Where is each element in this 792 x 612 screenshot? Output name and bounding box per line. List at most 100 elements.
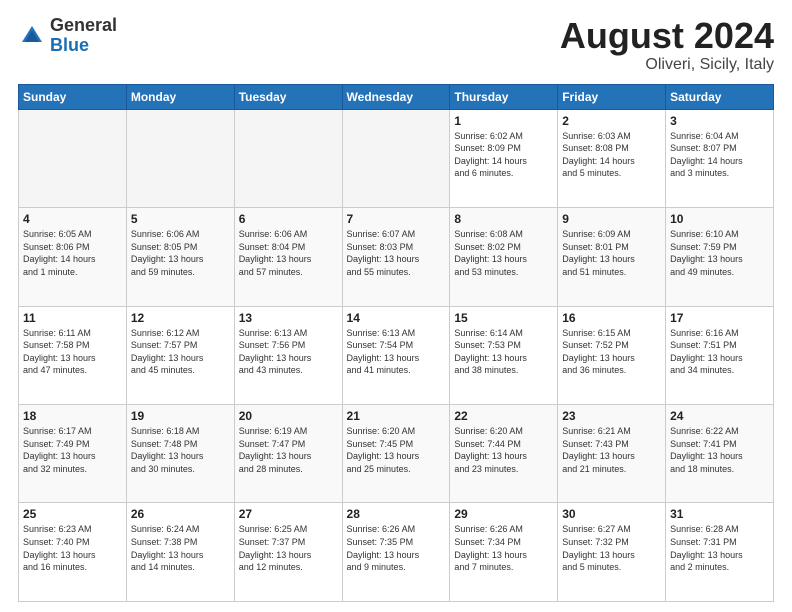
day-number: 12	[131, 311, 230, 325]
table-row: 13 Sunrise: 6:13 AM Sunset: 7:56 PM Dayli…	[234, 306, 342, 404]
day-info: Sunrise: 6:06 AM Sunset: 8:04 PM Dayligh…	[239, 228, 338, 278]
table-row: 4 Sunrise: 6:05 AM Sunset: 8:06 PM Daylig…	[19, 208, 127, 306]
day-info: Sunrise: 6:20 AM Sunset: 7:45 PM Dayligh…	[347, 425, 446, 475]
day-number: 28	[347, 507, 446, 521]
table-row: 1 Sunrise: 6:02 AM Sunset: 8:09 PM Daylig…	[450, 109, 558, 207]
day-info: Sunrise: 6:23 AM Sunset: 7:40 PM Dayligh…	[23, 523, 122, 573]
day-info: Sunrise: 6:24 AM Sunset: 7:38 PM Dayligh…	[131, 523, 230, 573]
table-row	[19, 109, 127, 207]
day-number: 2	[562, 114, 661, 128]
table-row: 9 Sunrise: 6:09 AM Sunset: 8:01 PM Daylig…	[558, 208, 666, 306]
location-subtitle: Oliveri, Sicily, Italy	[560, 56, 774, 74]
table-row	[342, 109, 450, 207]
page: General Blue August 2024 Oliveri, Sicily…	[0, 0, 792, 612]
table-row: 30Sunrise: 6:27 AM Sunset: 7:32 PM Dayli…	[558, 503, 666, 602]
day-number: 7	[347, 212, 446, 226]
table-row: 11Sunrise: 6:11 AM Sunset: 7:58 PM Dayli…	[19, 306, 127, 404]
day-number: 14	[347, 311, 446, 325]
table-row: 26Sunrise: 6:24 AM Sunset: 7:38 PM Dayli…	[126, 503, 234, 602]
day-info: Sunrise: 6:02 AM Sunset: 8:09 PM Dayligh…	[454, 130, 553, 180]
table-row: 29Sunrise: 6:26 AM Sunset: 7:34 PM Dayli…	[450, 503, 558, 602]
week-row-3: 18Sunrise: 6:17 AM Sunset: 7:49 PM Dayli…	[19, 405, 774, 503]
day-info: Sunrise: 6:12 AM Sunset: 7:57 PM Dayligh…	[131, 327, 230, 377]
day-info: Sunrise: 6:27 AM Sunset: 7:32 PM Dayligh…	[562, 523, 661, 573]
day-number: 10	[670, 212, 769, 226]
day-number: 4	[23, 212, 122, 226]
day-number: 19	[131, 409, 230, 423]
col-sunday: Sunday	[19, 84, 127, 109]
logo-text: General Blue	[50, 16, 117, 56]
table-row: 12 Sunrise: 6:12 AM Sunset: 7:57 PM Dayli…	[126, 306, 234, 404]
week-row-4: 25 Sunrise: 6:23 AM Sunset: 7:40 PM Dayli…	[19, 503, 774, 602]
table-row: 31 Sunrise: 6:28 AM Sunset: 7:31 PM Dayli…	[666, 503, 774, 602]
week-row-2: 11Sunrise: 6:11 AM Sunset: 7:58 PM Dayli…	[19, 306, 774, 404]
table-row: 5 Sunrise: 6:06 AM Sunset: 8:05 PM Daylig…	[126, 208, 234, 306]
table-row: 25 Sunrise: 6:23 AM Sunset: 7:40 PM Dayli…	[19, 503, 127, 602]
day-number: 3	[670, 114, 769, 128]
logo-icon	[18, 22, 46, 50]
day-number: 5	[131, 212, 230, 226]
day-number: 1	[454, 114, 553, 128]
logo: General Blue	[18, 16, 117, 56]
table-row	[234, 109, 342, 207]
day-info: Sunrise: 6:13 AM Sunset: 7:54 PM Dayligh…	[347, 327, 446, 377]
day-number: 9	[562, 212, 661, 226]
day-number: 15	[454, 311, 553, 325]
table-row: 3Sunrise: 6:04 AM Sunset: 8:07 PM Daylig…	[666, 109, 774, 207]
day-info: Sunrise: 6:20 AM Sunset: 7:44 PM Dayligh…	[454, 425, 553, 475]
day-number: 21	[347, 409, 446, 423]
day-info: Sunrise: 6:05 AM Sunset: 8:06 PM Dayligh…	[23, 228, 122, 278]
day-number: 18	[23, 409, 122, 423]
day-info: Sunrise: 6:26 AM Sunset: 7:35 PM Dayligh…	[347, 523, 446, 573]
table-row: 15Sunrise: 6:14 AM Sunset: 7:53 PM Dayli…	[450, 306, 558, 404]
day-number: 25	[23, 507, 122, 521]
day-info: Sunrise: 6:13 AM Sunset: 7:56 PM Dayligh…	[239, 327, 338, 377]
col-wednesday: Wednesday	[342, 84, 450, 109]
day-info: Sunrise: 6:07 AM Sunset: 8:03 PM Dayligh…	[347, 228, 446, 278]
col-saturday: Saturday	[666, 84, 774, 109]
day-number: 22	[454, 409, 553, 423]
day-info: Sunrise: 6:28 AM Sunset: 7:31 PM Dayligh…	[670, 523, 769, 573]
day-info: Sunrise: 6:25 AM Sunset: 7:37 PM Dayligh…	[239, 523, 338, 573]
table-row: 2 Sunrise: 6:03 AM Sunset: 8:08 PM Daylig…	[558, 109, 666, 207]
day-number: 20	[239, 409, 338, 423]
table-row: 27Sunrise: 6:25 AM Sunset: 7:37 PM Dayli…	[234, 503, 342, 602]
day-number: 11	[23, 311, 122, 325]
calendar-header-row: Sunday Monday Tuesday Wednesday Thursday…	[19, 84, 774, 109]
day-number: 24	[670, 409, 769, 423]
table-row: 20 Sunrise: 6:19 AM Sunset: 7:47 PM Dayli…	[234, 405, 342, 503]
table-row: 19 Sunrise: 6:18 AM Sunset: 7:48 PM Dayli…	[126, 405, 234, 503]
col-thursday: Thursday	[450, 84, 558, 109]
day-info: Sunrise: 6:18 AM Sunset: 7:48 PM Dayligh…	[131, 425, 230, 475]
table-row: 17Sunrise: 6:16 AM Sunset: 7:51 PM Dayli…	[666, 306, 774, 404]
day-number: 13	[239, 311, 338, 325]
week-row-1: 4 Sunrise: 6:05 AM Sunset: 8:06 PM Daylig…	[19, 208, 774, 306]
logo-blue-text: Blue	[50, 36, 117, 56]
table-row: 6 Sunrise: 6:06 AM Sunset: 8:04 PM Daylig…	[234, 208, 342, 306]
table-row: 14 Sunrise: 6:13 AM Sunset: 7:54 PM Dayli…	[342, 306, 450, 404]
logo-general-text: General	[50, 16, 117, 36]
table-row: 28 Sunrise: 6:26 AM Sunset: 7:35 PM Dayli…	[342, 503, 450, 602]
table-row: 24Sunrise: 6:22 AM Sunset: 7:41 PM Dayli…	[666, 405, 774, 503]
day-number: 23	[562, 409, 661, 423]
table-row: 18Sunrise: 6:17 AM Sunset: 7:49 PM Dayli…	[19, 405, 127, 503]
col-friday: Friday	[558, 84, 666, 109]
day-number: 6	[239, 212, 338, 226]
table-row: 16Sunrise: 6:15 AM Sunset: 7:52 PM Dayli…	[558, 306, 666, 404]
day-number: 8	[454, 212, 553, 226]
day-info: Sunrise: 6:03 AM Sunset: 8:08 PM Dayligh…	[562, 130, 661, 180]
table-row: 8Sunrise: 6:08 AM Sunset: 8:02 PM Daylig…	[450, 208, 558, 306]
col-monday: Monday	[126, 84, 234, 109]
table-row: 22 Sunrise: 6:20 AM Sunset: 7:44 PM Dayli…	[450, 405, 558, 503]
day-info: Sunrise: 6:16 AM Sunset: 7:51 PM Dayligh…	[670, 327, 769, 377]
header: General Blue August 2024 Oliveri, Sicily…	[18, 16, 774, 74]
day-number: 31	[670, 507, 769, 521]
calendar-table: Sunday Monday Tuesday Wednesday Thursday…	[18, 84, 774, 602]
day-info: Sunrise: 6:06 AM Sunset: 8:05 PM Dayligh…	[131, 228, 230, 278]
day-info: Sunrise: 6:10 AM Sunset: 7:59 PM Dayligh…	[670, 228, 769, 278]
day-info: Sunrise: 6:19 AM Sunset: 7:47 PM Dayligh…	[239, 425, 338, 475]
day-info: Sunrise: 6:15 AM Sunset: 7:52 PM Dayligh…	[562, 327, 661, 377]
day-info: Sunrise: 6:09 AM Sunset: 8:01 PM Dayligh…	[562, 228, 661, 278]
table-row: 10 Sunrise: 6:10 AM Sunset: 7:59 PM Dayli…	[666, 208, 774, 306]
table-row: 7 Sunrise: 6:07 AM Sunset: 8:03 PM Daylig…	[342, 208, 450, 306]
